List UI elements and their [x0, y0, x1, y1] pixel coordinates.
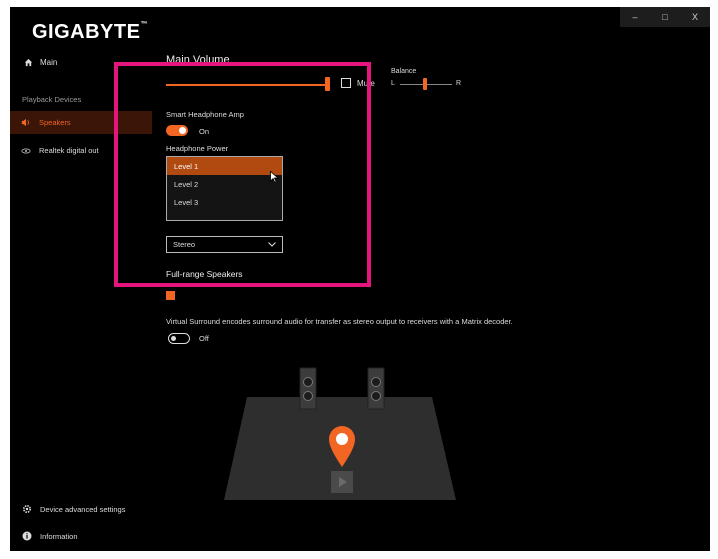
gigabyte-logo: GIGABYTE™ [32, 21, 148, 44]
info-icon [22, 531, 32, 541]
balance-left-label: L [391, 80, 395, 87]
speaker-stage-visualization [224, 367, 456, 500]
virtual-surround-state: Off [199, 334, 209, 343]
main-volume-slider-thumb[interactable] [325, 77, 330, 91]
smart-headphone-amp-label: Smart Headphone Amp [166, 110, 244, 119]
home-icon [24, 58, 33, 67]
headphone-power-dropdown[interactable]: Level 1 Level 2 Level 3 [166, 156, 283, 221]
balance-right-label: R [456, 80, 462, 87]
chevron-down-icon [268, 242, 276, 247]
sidebar-item-speakers[interactable]: Speakers [10, 111, 152, 134]
maximize-button[interactable]: □ [650, 7, 680, 27]
right-speaker-icon [367, 367, 385, 410]
close-button[interactable]: X [680, 7, 710, 27]
main-volume-slider-track[interactable] [166, 84, 328, 86]
logo-trademark: ™ [140, 21, 148, 28]
logo-text: GIGABYTE [32, 21, 141, 43]
playback-devices-heading: Playback Devices [22, 95, 82, 104]
dropdown-option-level-2[interactable]: Level 2 [167, 175, 282, 193]
sidebar-item-information[interactable]: Information [22, 531, 78, 541]
mute-checkbox[interactable] [341, 78, 351, 88]
select-value: Stereo [173, 240, 196, 249]
dropdown-option-level-1[interactable]: Level 1 [167, 157, 282, 175]
mute-label: Mute [357, 79, 375, 88]
window-controls: – □ X [620, 7, 710, 27]
sidebar-item-device-advanced-settings[interactable]: Device advanced settings [22, 504, 125, 514]
smart-headphone-amp-state: On [199, 127, 210, 136]
sidebar-item-label: Realtek digital out [39, 146, 99, 155]
front-speakers-checkbox[interactable] [166, 291, 175, 300]
front-speakers-option-partial[interactable] [166, 291, 175, 300]
balance-slider-thumb[interactable] [423, 78, 427, 90]
digital-output-icon [21, 148, 31, 153]
smart-headphone-amp-toggle[interactable] [166, 125, 188, 136]
speaker-config-select[interactable]: Stereo [166, 236, 283, 253]
sidebar-item-label: Information [40, 531, 78, 541]
minimize-button[interactable]: – [620, 7, 650, 27]
sidebar-item-label: Main [40, 58, 58, 67]
full-range-speakers-heading: Full-range Speakers [166, 269, 243, 279]
gear-icon [22, 504, 32, 514]
audio-app-window: – □ X GIGABYTE™ Main Playback Devices Sp… [10, 7, 710, 551]
sidebar-item-realtek-digital-out[interactable]: Realtek digital out [10, 139, 152, 162]
balance-label: Balance [391, 68, 417, 75]
virtual-surround-description: Virtual Surround encodes surround audio … [166, 317, 513, 326]
sidebar-item-label: Speakers [39, 118, 71, 127]
speaker-icon [21, 118, 29, 127]
play-test-button[interactable] [331, 471, 353, 493]
page-title: Main Volume [166, 54, 230, 66]
sidebar-item-main[interactable]: Main [24, 58, 57, 67]
left-speaker-icon [299, 367, 317, 410]
dropdown-option-level-3[interactable]: Level 3 [167, 193, 282, 211]
mouse-cursor-icon [270, 171, 279, 183]
virtual-surround-toggle[interactable] [168, 333, 190, 344]
headphone-power-label: Headphone Power [166, 144, 229, 153]
sidebar-item-label: Device advanced settings [40, 504, 126, 514]
